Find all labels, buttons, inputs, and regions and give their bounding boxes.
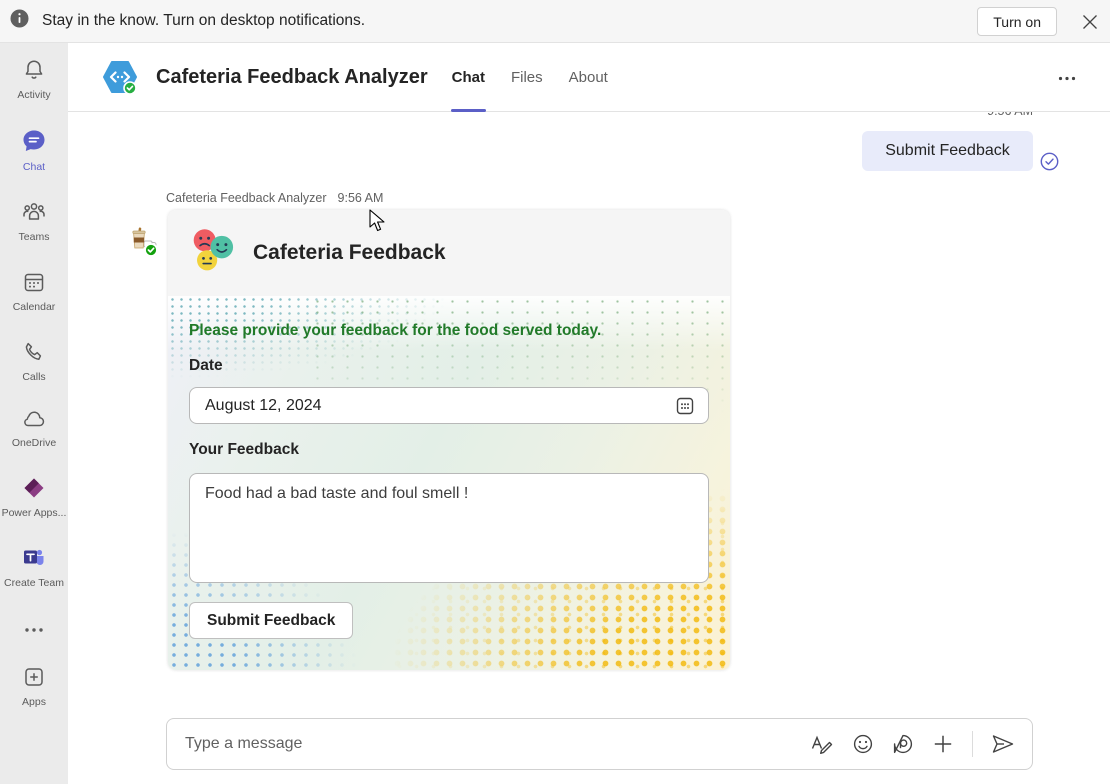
- apps-plus-icon: [22, 665, 46, 692]
- calendar-icon: [22, 270, 46, 297]
- sidebar-item-create-team[interactable]: Create Team: [0, 546, 68, 589]
- sidebar-item-calls[interactable]: Calls: [0, 340, 68, 383]
- message-timestamp-clipped: 9:56 AM: [987, 112, 1033, 118]
- sidebar-item-label: Calendar: [13, 301, 56, 313]
- tab-about[interactable]: About: [569, 43, 608, 112]
- turn-on-button[interactable]: Turn on: [977, 7, 1057, 36]
- compose-actions: [810, 731, 1015, 757]
- sidebar-item-label: Apps: [22, 696, 46, 708]
- sidebar-item-label: Power Apps...: [2, 507, 67, 519]
- sender-name: Cafeteria Feedback Analyzer: [166, 191, 327, 205]
- tab-bar: Chat Files About: [452, 43, 608, 112]
- card-intro-text: Please provide your feedback for the foo…: [189, 296, 709, 340]
- card-header: Cafeteria Feedback: [168, 210, 730, 296]
- emoji-icon[interactable]: [852, 733, 874, 755]
- feedback-textarea[interactable]: Food had a bad taste and foul smell !: [189, 473, 709, 583]
- send-icon[interactable]: [991, 734, 1015, 754]
- sidebar-item-activity[interactable]: Activity: [0, 58, 68, 101]
- teams-window: Stay in the know. Turn on desktop notifi…: [0, 0, 1110, 784]
- sidebar-item-onedrive[interactable]: OneDrive: [0, 410, 68, 449]
- close-icon[interactable]: [1080, 12, 1100, 32]
- message-seen-icon: [1040, 152, 1059, 176]
- sidebar-item-label: Calls: [22, 371, 45, 383]
- teams-logo-icon: [22, 546, 46, 573]
- app-logo-icon: [100, 57, 140, 97]
- date-field[interactable]: August 12, 2024: [189, 387, 709, 424]
- mouse-cursor: [369, 209, 386, 237]
- notification-banner: Stay in the know. Turn on desktop notifi…: [0, 0, 1110, 43]
- plus-icon[interactable]: [932, 733, 954, 755]
- message-input[interactable]: [167, 735, 810, 753]
- power-apps-icon: [22, 476, 46, 503]
- message-time: 9:56 AM: [338, 191, 384, 205]
- feedback-card: Cafeteria Feedback Please provide your f…: [168, 210, 730, 670]
- compose-divider: [972, 731, 973, 757]
- sidebar-item-label: Chat: [23, 161, 45, 173]
- sidebar-item-teams[interactable]: Teams: [0, 200, 68, 243]
- sent-message-bubble: Submit Feedback: [862, 131, 1033, 171]
- sidebar-item-calendar[interactable]: Calendar: [0, 270, 68, 313]
- people-icon: [21, 200, 47, 227]
- date-label: Date: [189, 357, 709, 375]
- loop-icon[interactable]: [892, 733, 914, 755]
- compose-bar: [166, 718, 1033, 770]
- tab-chat[interactable]: Chat: [452, 43, 485, 112]
- sidebar-more-button[interactable]: [24, 620, 44, 638]
- ellipsis-icon: [24, 620, 44, 637]
- page-title: Cafeteria Feedback Analyzer: [156, 66, 428, 89]
- sidebar-item-apps[interactable]: Apps: [0, 665, 68, 708]
- bell-icon: [22, 58, 46, 85]
- submit-feedback-button[interactable]: Submit Feedback: [189, 602, 353, 639]
- app-rail: Activity Chat Teams Calendar Calls: [0, 43, 68, 784]
- message-sender-line: Cafeteria Feedback Analyzer 9:56 AM: [166, 191, 383, 205]
- bot-avatar: [126, 225, 158, 257]
- feedback-label: Your Feedback: [189, 441, 709, 459]
- calendar-picker-icon[interactable]: [674, 395, 696, 417]
- sidebar-item-chat[interactable]: Chat: [0, 128, 68, 173]
- info-icon: [10, 9, 29, 33]
- header-more-icon[interactable]: [1058, 68, 1076, 86]
- sidebar-item-label: Teams: [19, 231, 50, 243]
- sidebar-item-label: OneDrive: [12, 437, 56, 449]
- phone-icon: [22, 340, 46, 367]
- banner-text: Stay in the know. Turn on desktop notifi…: [42, 12, 365, 30]
- sidebar-item-power-apps[interactable]: Power Apps...: [0, 476, 68, 519]
- date-value: August 12, 2024: [205, 397, 322, 415]
- format-icon[interactable]: [810, 733, 834, 755]
- sidebar-item-label: Create Team: [4, 577, 64, 589]
- card-title: Cafeteria Feedback: [253, 241, 446, 265]
- app-header: Cafeteria Feedback Analyzer Chat Files A…: [68, 43, 1110, 112]
- tab-files[interactable]: Files: [511, 43, 543, 112]
- card-body: Please provide your feedback for the foo…: [168, 296, 730, 670]
- sidebar-item-label: Activity: [17, 89, 50, 101]
- feedback-faces-icon: [189, 227, 236, 279]
- chat-bubble-icon: [21, 128, 47, 157]
- cloud-icon: [21, 410, 47, 433]
- chat-pane: 9:56 AM Submit Feedback Cafeteria Feedba…: [68, 112, 1110, 784]
